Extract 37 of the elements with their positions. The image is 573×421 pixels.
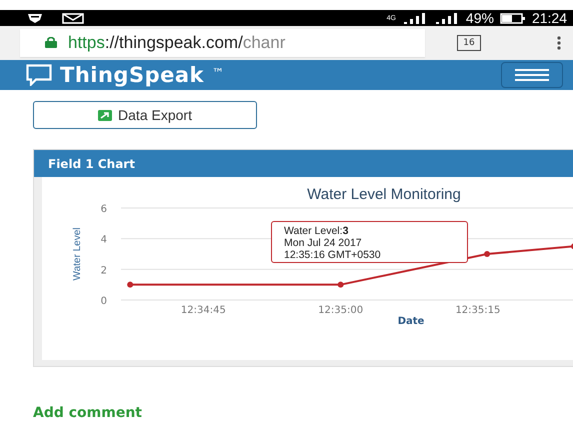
- tooltip-text: Water Level:3: [284, 225, 350, 237]
- brand-name: ThingSpeak: [60, 62, 204, 87]
- mail-icon: [62, 12, 84, 24]
- chart-title: Water Level Monitoring: [307, 186, 461, 203]
- y-tick-label: 0: [100, 296, 107, 307]
- battery-icon: [500, 12, 526, 24]
- data-point: [484, 251, 490, 257]
- x-tick-label: 12:34:45: [180, 305, 226, 316]
- panel-title: Field 1 Chart: [34, 150, 573, 177]
- lock-icon: [44, 37, 58, 48]
- y-tick-label: 4: [100, 234, 107, 246]
- add-comment-link[interactable]: Add comment: [33, 405, 573, 421]
- signal-icon: [434, 12, 460, 24]
- menu-button[interactable]: [501, 62, 563, 88]
- trademark-sign: ™: [212, 66, 224, 80]
- address-bar[interactable]: https://thingspeak.com/chanr: [20, 28, 425, 57]
- data-point: [127, 282, 134, 288]
- clock: 21:24: [532, 10, 567, 26]
- chat-bubble-icon: [26, 64, 52, 86]
- x-tick-label: 12:35:15: [455, 305, 500, 316]
- shield-icon: [28, 13, 42, 23]
- url-text: https://thingspeak.com/chanr: [68, 32, 286, 53]
- y-tick-label: 2: [100, 265, 107, 276]
- battery-percent: 49%: [466, 10, 494, 26]
- tab-count[interactable]: 16: [457, 34, 481, 51]
- data-export-button[interactable]: Data Export: [33, 101, 257, 129]
- tooltip-text: Mon Jul 24 2017: [284, 237, 363, 249]
- x-axis-title: Date: [398, 316, 424, 327]
- tooltip-text: 12:35:16 GMT+0530: [284, 249, 382, 261]
- menu-icon: [515, 68, 549, 81]
- x-tick-label: 12:35:00: [318, 305, 364, 316]
- signal-icon: [402, 12, 428, 24]
- more-menu-icon[interactable]: [557, 36, 561, 50]
- y-axis-title: Water Level: [72, 228, 83, 280]
- y-tick-label: 6: [100, 204, 107, 215]
- data-point: [338, 282, 344, 288]
- export-icon: [98, 110, 112, 121]
